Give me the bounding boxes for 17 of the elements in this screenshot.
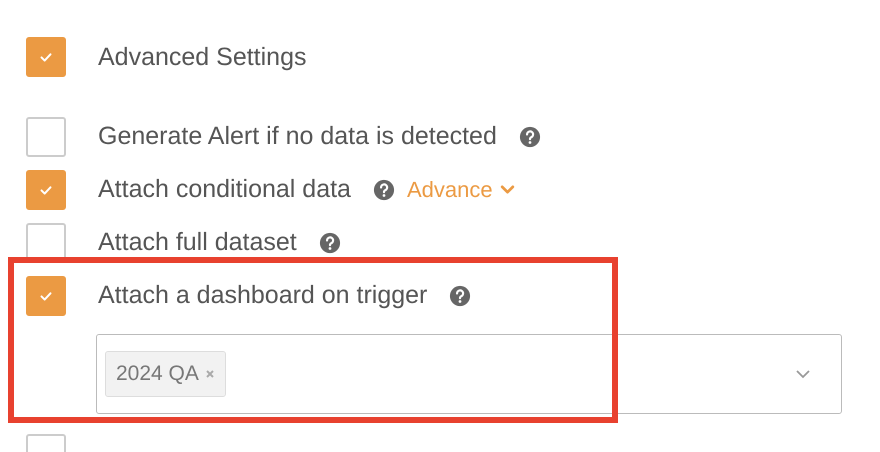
checkbox[interactable]: [26, 170, 66, 210]
checkbox[interactable]: [26, 116, 66, 156]
help-icon[interactable]: [518, 126, 541, 148]
advance-link[interactable]: Advance: [406, 176, 516, 202]
checkbox-label: Attach conditional data: [98, 175, 351, 204]
help-icon[interactable]: [449, 284, 472, 306]
checkbox[interactable]: [26, 37, 66, 77]
dashboard-select[interactable]: 2024 QA: [96, 334, 842, 414]
help-icon[interactable]: [318, 232, 341, 254]
dashboard-tag: 2024 QA: [105, 351, 226, 397]
remove-icon[interactable]: [204, 369, 215, 379]
checkbox-label: Attach a dashboard on trigger: [98, 281, 428, 310]
checkbox-label: Generate Alert if no data is detected: [98, 122, 497, 151]
checkbox-label: Advanced Settings: [98, 42, 306, 72]
checkbox-label: Attach full dataset: [98, 228, 297, 257]
checkbox[interactable]: [26, 276, 66, 316]
help-icon[interactable]: [372, 178, 395, 200]
